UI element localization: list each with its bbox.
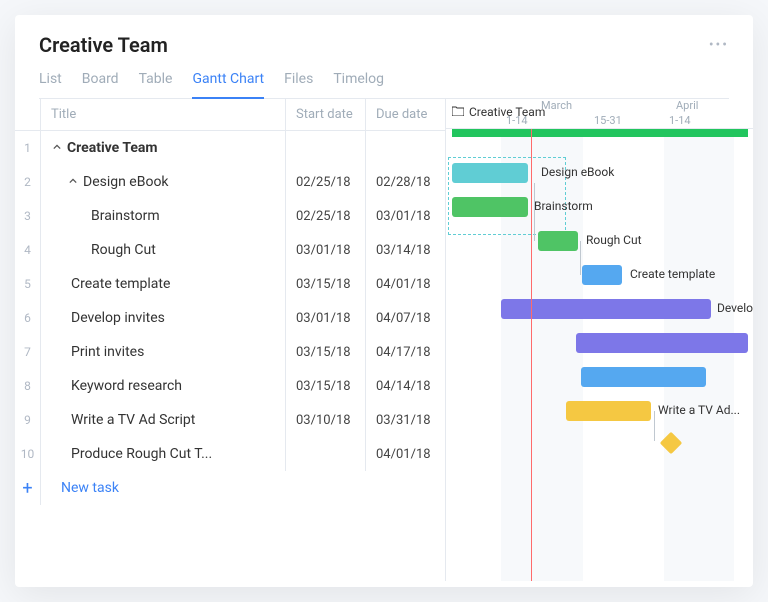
row-due-date[interactable]: 03/14/18 bbox=[365, 233, 445, 267]
row-title[interactable]: Creative Team bbox=[41, 140, 285, 156]
row-number: 8 bbox=[15, 369, 41, 403]
row-number: 3 bbox=[15, 199, 41, 233]
sub-1-14b: 1-14 bbox=[669, 114, 691, 127]
page-title: Creative Team bbox=[39, 33, 168, 57]
table-row[interactable]: 1Creative Team bbox=[15, 131, 445, 165]
dependency-line bbox=[580, 241, 581, 275]
more-menu-button[interactable]: ••• bbox=[709, 37, 729, 53]
month-march: March bbox=[541, 99, 572, 112]
table-row[interactable]: 9Write a TV Ad Script03/10/1803/31/18 bbox=[15, 403, 445, 437]
row-number: 1 bbox=[15, 131, 41, 165]
row-due-date[interactable]: 03/01/18 bbox=[365, 199, 445, 233]
row-title[interactable]: Write a TV Ad Script bbox=[41, 412, 285, 428]
task-table: Title Start date Due date 1Creative Team… bbox=[15, 99, 445, 581]
table-row[interactable]: 10Produce Rough Cut T... 04/01/18 bbox=[15, 437, 445, 471]
row-due-date[interactable] bbox=[365, 131, 445, 165]
dependency-line bbox=[534, 183, 535, 241]
tab-list[interactable]: List bbox=[39, 71, 62, 99]
row-start-date[interactable]: 02/25/18 bbox=[285, 199, 365, 233]
content: Title Start date Due date 1Creative Team… bbox=[15, 99, 753, 581]
row-title[interactable]: Design eBook bbox=[41, 174, 285, 190]
tab-table[interactable]: Table bbox=[139, 71, 173, 99]
row-title[interactable]: Keyword research bbox=[41, 378, 285, 394]
bar-develop-invites[interactable]: Develop... bbox=[501, 299, 711, 319]
row-start-date[interactable] bbox=[285, 131, 365, 165]
table-row[interactable]: 2Design eBook02/25/1802/28/18 bbox=[15, 165, 445, 199]
row-title[interactable]: Rough Cut bbox=[41, 242, 285, 258]
bar-write-tv-ad[interactable]: Write a TV Ad... bbox=[566, 401, 651, 421]
row-title[interactable]: Brainstorm bbox=[41, 208, 285, 224]
chevron-down-icon[interactable] bbox=[69, 177, 77, 188]
row-title[interactable]: Develop invites bbox=[41, 310, 285, 326]
label-design-ebook: Design eBook bbox=[541, 165, 614, 179]
app-card: Creative Team ••• List Board Table Gantt… bbox=[15, 15, 753, 587]
row-number: 6 bbox=[15, 301, 41, 335]
row-due-date[interactable]: 03/31/18 bbox=[365, 403, 445, 437]
month-april: April bbox=[676, 99, 698, 112]
folder-icon bbox=[452, 105, 464, 119]
table-row[interactable]: 3Brainstorm02/25/1803/01/18 bbox=[15, 199, 445, 233]
row-title[interactable]: Produce Rough Cut T... bbox=[41, 446, 285, 462]
row-number: 9 bbox=[15, 403, 41, 437]
table-row[interactable]: 6Develop invites03/01/1804/07/18 bbox=[15, 301, 445, 335]
tab-files[interactable]: Files bbox=[284, 71, 313, 99]
bar-keyword-research[interactable] bbox=[581, 367, 706, 387]
row-number: 4 bbox=[15, 233, 41, 267]
table-body: 1Creative Team2Design eBook02/25/1802/28… bbox=[15, 131, 445, 471]
table-row[interactable]: 5Create template03/15/1804/01/18 bbox=[15, 267, 445, 301]
new-task-row: + New task bbox=[15, 471, 445, 505]
gantt-timeline[interactable]: March April 1-14 15-31 1-14 Creative Tea… bbox=[445, 99, 753, 581]
timeline-body: Creative Team Design eBook Brainstorm Ro… bbox=[446, 129, 753, 581]
sub-15-31: 15-31 bbox=[594, 114, 622, 127]
table-header: Title Start date Due date bbox=[15, 99, 445, 131]
dependency-line bbox=[654, 411, 655, 441]
row-start-date[interactable]: 02/25/18 bbox=[285, 165, 365, 199]
add-task-button[interactable]: + bbox=[15, 471, 41, 505]
today-marker bbox=[531, 129, 532, 581]
row-due-date[interactable]: 04/01/18 bbox=[365, 267, 445, 301]
bar-create-template[interactable]: Create template bbox=[582, 265, 622, 285]
row-number: 5 bbox=[15, 267, 41, 301]
row-start-date[interactable]: 03/01/18 bbox=[285, 233, 365, 267]
row-number: 2 bbox=[15, 165, 41, 199]
col-due-date[interactable]: Due date bbox=[365, 99, 445, 130]
row-start-date[interactable]: 03/15/18 bbox=[285, 335, 365, 369]
chevron-down-icon[interactable] bbox=[53, 143, 61, 154]
new-task-link[interactable]: New task bbox=[41, 480, 445, 496]
row-start-date[interactable]: 03/15/18 bbox=[285, 267, 365, 301]
row-due-date[interactable]: 04/07/18 bbox=[365, 301, 445, 335]
row-number: 10 bbox=[15, 437, 41, 471]
row-due-date[interactable]: 04/01/18 bbox=[365, 437, 445, 471]
col-title[interactable]: Title bbox=[41, 99, 285, 130]
tab-timelog[interactable]: Timelog bbox=[333, 71, 384, 99]
tabs: List Board Table Gantt Chart Files Timel… bbox=[39, 71, 729, 99]
row-due-date[interactable]: 04/14/18 bbox=[365, 369, 445, 403]
tab-gantt-chart[interactable]: Gantt Chart bbox=[192, 71, 264, 99]
table-row[interactable]: 8Keyword research03/15/1804/14/18 bbox=[15, 369, 445, 403]
table-row[interactable]: 4Rough Cut03/01/1803/14/18 bbox=[15, 233, 445, 267]
row-start-date[interactable] bbox=[285, 437, 365, 471]
gantt-group-bar[interactable] bbox=[452, 129, 748, 137]
col-start-date[interactable]: Start date bbox=[285, 99, 365, 130]
bar-design-ebook[interactable] bbox=[452, 163, 528, 183]
header: Creative Team ••• List Board Table Gantt… bbox=[15, 15, 753, 99]
row-start-date[interactable]: 03/01/18 bbox=[285, 301, 365, 335]
bar-brainstorm[interactable]: Brainstorm bbox=[452, 197, 528, 217]
row-title[interactable]: Print invites bbox=[41, 344, 285, 360]
row-due-date[interactable]: 02/28/18 bbox=[365, 165, 445, 199]
row-start-date[interactable]: 03/10/18 bbox=[285, 403, 365, 437]
bar-rough-cut[interactable]: Rough Cut bbox=[538, 231, 578, 251]
row-number: 7 bbox=[15, 335, 41, 369]
gantt-group-label: Creative Team bbox=[452, 105, 545, 119]
row-title[interactable]: Create template bbox=[41, 276, 285, 292]
table-row[interactable]: 7Print invites03/15/1804/17/18 bbox=[15, 335, 445, 369]
row-start-date[interactable]: 03/15/18 bbox=[285, 369, 365, 403]
row-due-date[interactable]: 04/17/18 bbox=[365, 335, 445, 369]
tab-board[interactable]: Board bbox=[82, 71, 119, 99]
bar-print-invites[interactable] bbox=[576, 333, 748, 353]
